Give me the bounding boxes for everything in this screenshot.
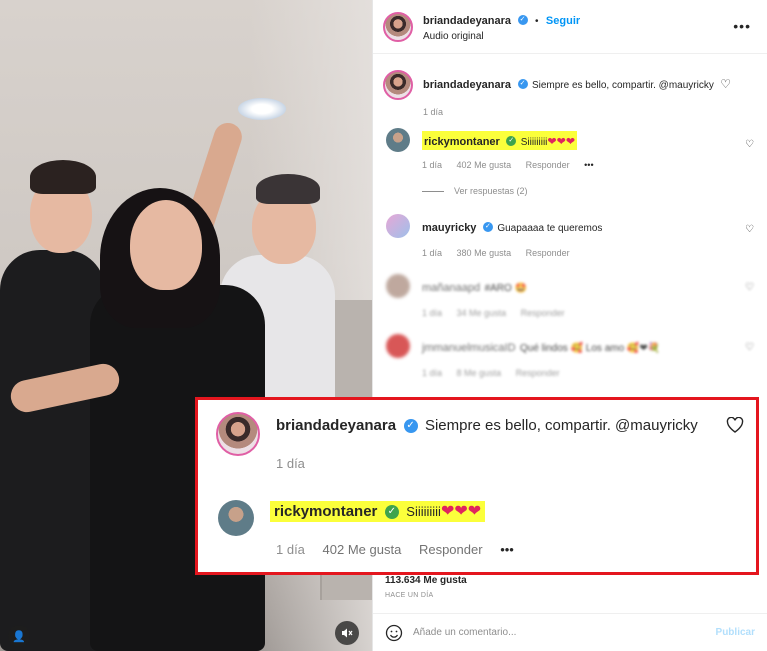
callout-reply-username[interactable]: rickymontaner [274,503,377,520]
comment-username[interactable]: mañanaapd [422,282,480,294]
callout-caption-text: Siempre es bello, compartir. @mauyricky [424,417,698,434]
user-tag-button[interactable]: 👤 [8,625,30,647]
callout-reply-likes[interactable]: 402 Me gusta [323,542,402,557]
caption-time: 1 día [423,107,444,117]
divider [422,190,444,192]
verified-icon: ✓ [517,78,528,89]
caption-text: Siempre es bello, compartir. @mauyricky [531,80,714,91]
comment-more-icon[interactable]: ••• [584,160,593,170]
avatar[interactable] [386,334,410,358]
reply-button[interactable]: Responder [526,160,570,170]
avatar[interactable] [386,274,410,298]
mute-button[interactable] [335,621,359,645]
like-heart-icon[interactable]: ♡ [745,342,755,353]
comment-text: Qué lindos 🥰 Los amo 🥰❤💐 [519,343,661,354]
comment-text: #ARO 🤩 [484,283,528,294]
comment-composer: Añade un comentario... Publicar [373,613,767,651]
verified-icon: ✓ [482,221,493,232]
comment-input[interactable]: Añade un comentario... [413,627,716,638]
speaker-muted-icon [342,628,353,638]
avatar[interactable] [383,11,413,42]
like-heart-icon[interactable]: ♡ [745,139,755,150]
comment-likes[interactable]: 402 Me gusta [457,160,512,170]
header-username[interactable]: briandadeyanara [423,15,511,27]
comment-username[interactable]: rickymontaner [424,136,500,148]
callout-reply-time: 1 día [276,542,305,557]
verified-icon: ✓ [384,504,399,519]
comment-likes[interactable]: 8 Me gusta [457,368,502,378]
comment-time: 1 día [422,160,443,170]
reply-button[interactable]: Responder [419,542,483,557]
avatar[interactable] [383,70,413,100]
comment-item: mauyricky ✓ Guapaaaa te queremos 1 día 3… [383,214,757,258]
verified-icon: ✓ [517,14,528,25]
callout-caption-time: 1 día [276,456,305,471]
more-options-icon[interactable]: ••• [733,18,751,34]
reply-button[interactable]: Responder [526,248,570,258]
like-heart-icon[interactable]: ♡ [745,282,755,293]
like-heart-icon[interactable]: ♡ [745,224,755,235]
like-count[interactable]: 113.634 Me gusta [385,575,467,586]
caption-row: briandadeyanara ✓ Siempre es bello, comp… [383,70,757,117]
audio-label[interactable]: Audio original [423,31,580,42]
comment-username[interactable]: jmmanuelmusicaID [422,342,516,354]
comment-time: 1 día [422,248,443,258]
verified-icon: ✓ [403,418,418,433]
heart-outline-icon[interactable]: ♡ [720,77,731,91]
comment-item: rickymontaner ✓ Siiiiiiiii❤❤❤ 1 día 402 … [383,128,757,196]
post-header: briandadeyanara ✓ • Seguir Audio origina… [373,0,767,54]
comment-time: 1 día [422,368,443,378]
comment-text: Siiiiiiiii [520,137,548,148]
comment-likes[interactable]: 380 Me gusta [457,248,512,258]
post-date: HACE UN DÍA [385,592,434,599]
view-replies-link[interactable]: Ver respuestas (2) [454,186,528,196]
caption-username[interactable]: briandadeyanara [423,79,511,91]
comment-more-icon[interactable]: ••• [500,542,514,557]
header-separator: • [534,16,539,27]
verified-icon: ✓ [506,135,517,146]
follow-button[interactable]: Seguir [546,15,580,27]
callout-reply-text: Siiiiiiiii [406,504,441,519]
comment-time: 1 día [422,308,443,318]
heart-outline-icon[interactable] [726,417,744,433]
hearts-emoji: ❤❤❤ [547,136,576,148]
callout-caption-username[interactable]: briandadeyanara [276,417,396,434]
comment-username[interactable]: mauyricky [422,222,476,234]
comment-item: jmmanuelmusicaID Qué lindos 🥰 Los amo 🥰❤… [383,334,757,378]
publish-button[interactable]: Publicar [716,627,755,638]
emoji-icon[interactable] [385,624,403,642]
post-stats: 113.634 Me gusta HACE UN DÍA [385,575,467,599]
avatar[interactable] [216,412,260,456]
hearts-emoji: ❤❤❤ [440,503,482,520]
comment-likes[interactable]: 34 Me gusta [457,308,507,318]
avatar[interactable] [218,500,254,536]
avatar[interactable] [386,128,410,152]
reply-button[interactable]: Responder [516,368,560,378]
comment-text: Guapaaaa te queremos [497,223,603,234]
reply-button[interactable]: Responder [521,308,565,318]
avatar[interactable] [386,214,410,238]
comment-item: mañanaapd #ARO 🤩 1 día 34 Me gusta Respo… [383,274,757,318]
person-icon: 👤 [12,630,26,643]
zoom-callout: briandadeyanara ✓ Siempre es bello, comp… [195,397,759,575]
ceiling-lamp [238,98,286,120]
